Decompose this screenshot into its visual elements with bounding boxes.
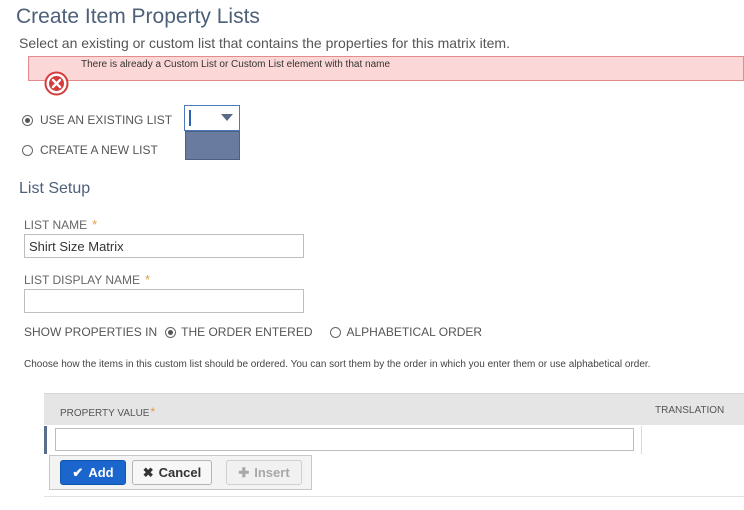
create-new-list-radio[interactable] [22, 144, 33, 156]
error-message: There is already a Custom List or Custom… [81, 59, 391, 70]
required-marker: * [150, 405, 156, 419]
column-divider [641, 426, 642, 454]
chevron-down-icon[interactable] [221, 114, 233, 121]
insert-button[interactable]: ✚ Insert [226, 460, 302, 485]
list-display-name-label-text: LIST DISPLAY NAME [24, 273, 141, 287]
create-new-list-option[interactable]: CREATE A NEW LIST [22, 143, 158, 157]
page-title: Create Item Property Lists [16, 5, 260, 28]
show-properties-row: SHOW PROPERTIES IN THE ORDER ENTERED ALP… [24, 325, 482, 339]
plus-icon: ✚ [238, 464, 250, 480]
column-header-translation[interactable]: TRANSLATION [655, 405, 724, 416]
order-entered-radio[interactable] [165, 326, 177, 338]
list-name-label: LIST NAME * [24, 217, 97, 232]
grid-header: PROPERTY VALUE* TRANSLATION [44, 393, 744, 425]
required-marker: * [145, 272, 151, 287]
existing-list-select[interactable] [184, 105, 240, 131]
close-icon: ✖ [142, 464, 154, 480]
alphabetical-order-label[interactable]: ALPHABETICAL ORDER [346, 325, 482, 339]
list-display-name-input[interactable] [24, 289, 304, 313]
use-existing-list-option[interactable]: USE AN EXISTING LIST [22, 113, 172, 127]
error-banner: There is already a Custom List or Custom… [28, 56, 744, 81]
create-new-list-label: CREATE A NEW LIST [40, 143, 158, 157]
required-marker: * [92, 217, 98, 232]
list-name-label-text: LIST NAME [24, 218, 88, 232]
property-value-input[interactable] [55, 428, 634, 451]
list-display-name-label: LIST DISPLAY NAME * [24, 272, 150, 287]
cancel-button[interactable]: ✖ Cancel [132, 460, 212, 485]
create-item-property-lists-page: Create Item Property Lists Select an exi… [0, 0, 744, 510]
add-button[interactable]: ✔ Add [60, 460, 126, 485]
list-setup-heading: List Setup [19, 180, 91, 197]
existing-list-dropdown[interactable] [185, 131, 240, 160]
alphabetical-order-radio[interactable] [330, 326, 342, 338]
ordering-help-text: Choose how the items in this custom list… [24, 359, 651, 370]
show-properties-label: SHOW PROPERTIES IN [24, 325, 158, 339]
text-cursor [189, 110, 191, 126]
column-header-property-value[interactable]: PROPERTY VALUE* [60, 405, 155, 419]
use-existing-list-radio[interactable] [22, 114, 33, 126]
error-icon [44, 71, 69, 96]
grid-edit-row[interactable] [44, 426, 744, 454]
grid-button-bar: ✔ Add ✖ Cancel ✚ Insert [49, 455, 312, 490]
page-subtitle: Select an existing or custom list that c… [19, 35, 510, 51]
list-name-input[interactable] [24, 234, 304, 258]
order-entered-label[interactable]: THE ORDER ENTERED [181, 325, 312, 339]
use-existing-list-label: USE AN EXISTING LIST [40, 113, 173, 127]
checkmark-icon: ✔ [72, 464, 84, 480]
